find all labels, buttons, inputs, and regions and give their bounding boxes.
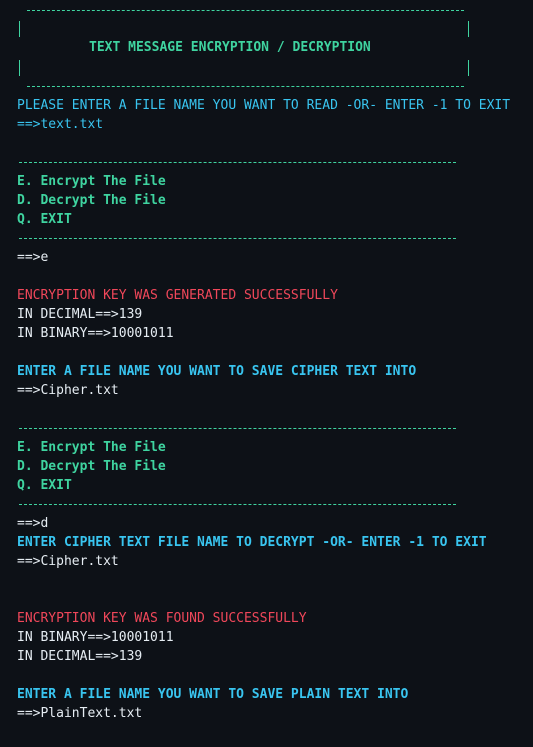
plaintext-save-input[interactable]: ==>PlainText.txt (17, 704, 142, 723)
menu2-bottom-divider (19, 504, 456, 506)
read-file-input[interactable]: ==>text.txt (17, 115, 103, 134)
menu1-top-divider (19, 162, 456, 164)
decryption-key-status: ENCRYPTION KEY WAS FOUND SUCCESSFULLY (17, 611, 307, 626)
menu2-top-divider (19, 428, 456, 430)
menu2-exit-option[interactable]: Q. EXIT (17, 476, 72, 495)
menu1-encrypt-option[interactable]: E. Encrypt The File (17, 172, 166, 191)
banner-top-border (27, 10, 464, 12)
encryption-key-status: ENCRYPTION KEY WAS GENERATED SUCCESSFULL… (17, 288, 338, 303)
encryption-key-binary: IN BINARY==>10001011 (17, 326, 174, 341)
banner-right-border-upper (468, 21, 469, 37)
menu1-decrypt-option[interactable]: D. Decrypt The File (17, 191, 166, 210)
menu2-encrypt-option[interactable]: E. Encrypt The File (17, 438, 166, 457)
plaintext-save-prompt: ENTER A FILE NAME YOU WANT TO SAVE PLAIN… (17, 687, 409, 702)
decryption-key-binary: IN BINARY==>10001011 (17, 630, 174, 645)
decryption-key-decimal: IN DECIMAL==>139 (17, 649, 143, 664)
banner-title: TEXT MESSAGE ENCRYPTION / DECRYPTION (89, 40, 371, 55)
banner-left-border-upper (19, 21, 20, 37)
banner-right-border-lower (468, 60, 469, 76)
menu2-input[interactable]: ==>d (17, 514, 48, 533)
banner-bottom-border (27, 86, 464, 88)
banner-left-border-lower (19, 60, 20, 76)
menu1-exit-option[interactable]: Q. EXIT (17, 210, 72, 229)
encryption-key-decimal: IN DECIMAL==>139 (17, 307, 143, 322)
decrypt-file-prompt: ENTER CIPHER TEXT FILE NAME TO DECRYPT -… (17, 535, 487, 550)
decrypt-file-input[interactable]: ==>Cipher.txt (17, 552, 119, 571)
read-file-prompt: PLEASE ENTER A FILE NAME YOU WANT TO REA… (17, 98, 511, 113)
menu1-input[interactable]: ==>e (17, 248, 48, 267)
menu2-decrypt-option[interactable]: D. Decrypt The File (17, 457, 166, 476)
menu1-bottom-divider (19, 238, 456, 240)
cipher-save-input[interactable]: ==>Cipher.txt (17, 381, 119, 400)
cipher-save-prompt: ENTER A FILE NAME YOU WANT TO SAVE CIPHE… (17, 364, 417, 379)
